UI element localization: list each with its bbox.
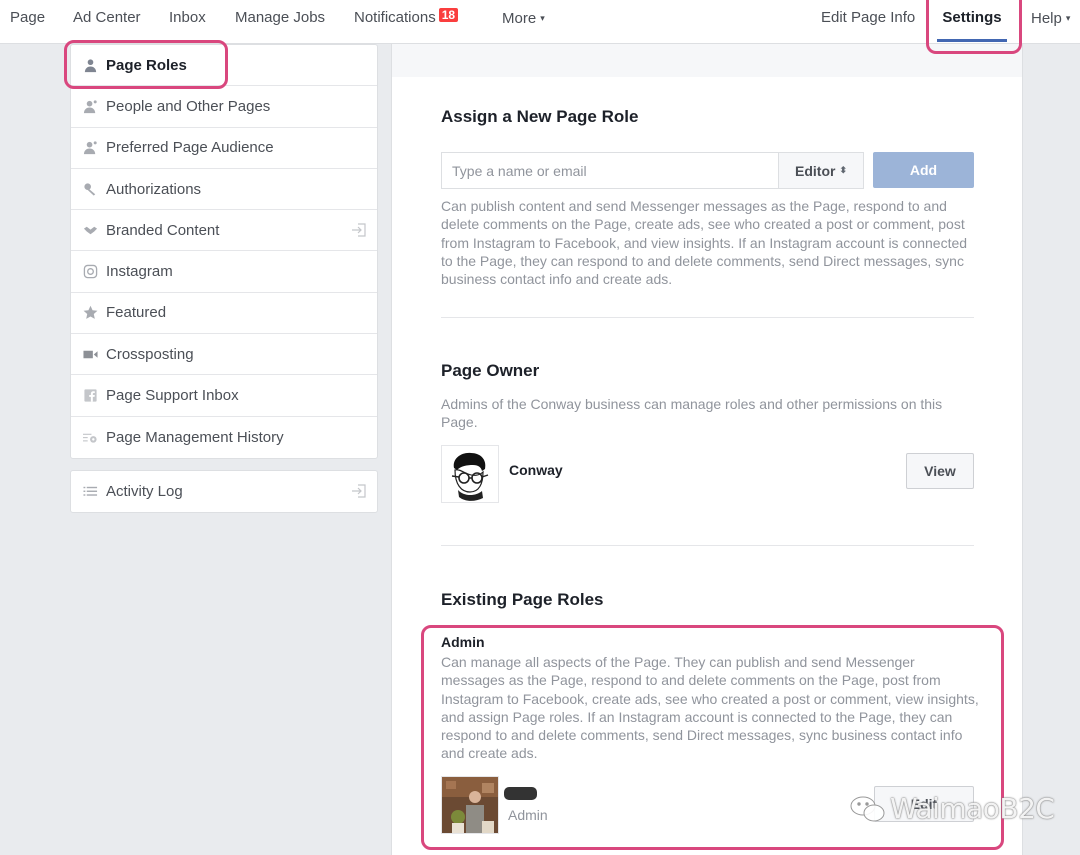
nav-tab-edit-page-info[interactable]: Edit Page Info: [821, 0, 915, 44]
sidebar-item-label: Crossposting: [106, 345, 194, 363]
caret-down-icon: ▾: [1065, 13, 1071, 23]
sidebar-item-label: People and Other Pages: [106, 97, 271, 115]
nav-tab-label: Ad Center: [73, 9, 141, 26]
sidebar-item-page-management-history[interactable]: Page Management History: [71, 417, 377, 458]
page-roles-panel: Assign a New Page Role Editor ⬍ Add Can …: [391, 44, 1023, 855]
nav-tab-label: More: [502, 10, 537, 27]
history-gear-icon: [81, 429, 99, 445]
nav-tab-inbox[interactable]: Inbox: [169, 0, 206, 44]
sidebar-item-page-support-inbox[interactable]: Page Support Inbox: [71, 375, 377, 417]
nav-tab-label: Inbox: [169, 9, 206, 26]
section-divider: [441, 317, 974, 318]
owner-name[interactable]: Conway: [509, 462, 563, 478]
video-camera-icon: [81, 346, 99, 362]
sort-arrows-icon: ⬍: [839, 165, 847, 175]
sidebar-item-label: Authorizations: [106, 180, 202, 198]
nav-tab-label: Help: [1031, 10, 1062, 27]
sidebar-item-label: Page Support Inbox: [106, 387, 239, 405]
open-external-icon[interactable]: [351, 483, 367, 499]
nav-tab-label: Notifications: [354, 9, 436, 26]
active-tab-indicator: [937, 39, 1007, 42]
sidebar-item-featured[interactable]: Featured: [71, 293, 377, 335]
sidebar-item-label: Page Roles: [106, 56, 187, 74]
open-external-icon[interactable]: [351, 222, 367, 238]
page-top-navigation: Page Ad Center Inbox Manage Jobs Notific…: [0, 0, 1080, 44]
notifications-count-badge: 18: [438, 8, 459, 22]
wechat-icon: [850, 796, 885, 821]
role-select[interactable]: Editor ⬍: [778, 152, 864, 189]
sidebar-item-people-and-other-pages[interactable]: People and Other Pages: [71, 86, 377, 128]
assign-role-form: Editor ⬍ Add: [441, 152, 974, 189]
name-or-email-input[interactable]: [441, 152, 779, 189]
page-owner-title: Page Owner: [441, 361, 540, 380]
person-add-icon: [81, 98, 99, 114]
activity-log-menu: Activity Log: [70, 469, 378, 513]
role-description: Can publish content and send Messenger m…: [441, 198, 968, 288]
sidebar-item-label: Instagram: [106, 263, 173, 281]
settings-menu: Page Roles People and Other Pages Prefer…: [70, 44, 378, 459]
sidebar-item-label: Featured: [106, 304, 167, 322]
sidebar-item-authorizations[interactable]: Authorizations: [71, 169, 377, 211]
handshake-icon: [81, 222, 99, 238]
nav-tab-label: Page: [10, 9, 46, 26]
list-icon: [81, 483, 99, 499]
wrench-icon: [81, 181, 99, 197]
owner-avatar[interactable]: [441, 445, 499, 503]
page-owner-description: Admins of the Conway business can manage…: [441, 396, 943, 431]
sidebar-item-branded-content[interactable]: Branded Content: [71, 210, 377, 252]
view-owner-button[interactable]: View: [906, 453, 974, 489]
nav-tab-label: Settings: [942, 9, 1002, 26]
existing-roles-title: Existing Page Roles: [441, 590, 604, 609]
nav-tab-more[interactable]: More ▾: [502, 0, 545, 44]
nav-tab-settings[interactable]: Settings: [937, 0, 1007, 44]
role-select-value: Editor: [795, 162, 836, 179]
nav-tab-manage-jobs[interactable]: Manage Jobs: [235, 0, 325, 44]
sidebar-item-instagram[interactable]: Instagram: [71, 251, 377, 293]
sidebar-item-label: Branded Content: [106, 221, 220, 239]
nav-tab-help[interactable]: Help ▾: [1031, 0, 1070, 44]
nav-tab-notifications[interactable]: Notifications 18: [354, 0, 459, 44]
nav-tab-label: Manage Jobs: [235, 9, 326, 26]
add-role-button[interactable]: Add: [873, 152, 974, 188]
facebook-icon: [81, 388, 99, 404]
redacted-member-name: [504, 787, 537, 800]
sidebar-item-activity-log[interactable]: Activity Log: [71, 471, 377, 512]
assign-role-title: Assign a New Page Role: [441, 107, 639, 126]
watermark-text: WaimaoB2C: [890, 792, 1055, 825]
role-name: Admin: [441, 634, 485, 650]
star-icon: [81, 305, 99, 321]
sidebar-item-label: Activity Log: [106, 482, 183, 500]
member-role-label: Admin: [508, 807, 548, 823]
caret-down-icon: ▾: [540, 13, 545, 23]
instagram-icon: [81, 264, 99, 280]
member-avatar[interactable]: [441, 776, 499, 834]
nav-tab-page[interactable]: Page: [10, 0, 45, 44]
person-add-icon: [81, 140, 99, 156]
section-divider: [441, 545, 974, 546]
watermark: WaimaoB2C: [848, 792, 1055, 825]
person-icon: [81, 57, 99, 73]
sidebar-item-page-roles[interactable]: Page Roles: [71, 45, 377, 87]
sidebar-item-label: Page Management History: [106, 428, 284, 446]
sidebar-item-preferred-page-audience[interactable]: Preferred Page Audience: [71, 128, 377, 169]
settings-sidebar: Page Roles People and Other Pages Prefer…: [70, 44, 378, 513]
role-description: Can manage all aspects of the Page. They…: [441, 654, 979, 762]
sidebar-item-label: Preferred Page Audience: [106, 139, 274, 157]
nav-tab-label: Edit Page Info: [821, 9, 916, 26]
sidebar-item-crossposting[interactable]: Crossposting: [71, 334, 377, 376]
panel-header-strip: [392, 44, 1022, 77]
nav-tab-ad-center[interactable]: Ad Center: [73, 0, 141, 44]
